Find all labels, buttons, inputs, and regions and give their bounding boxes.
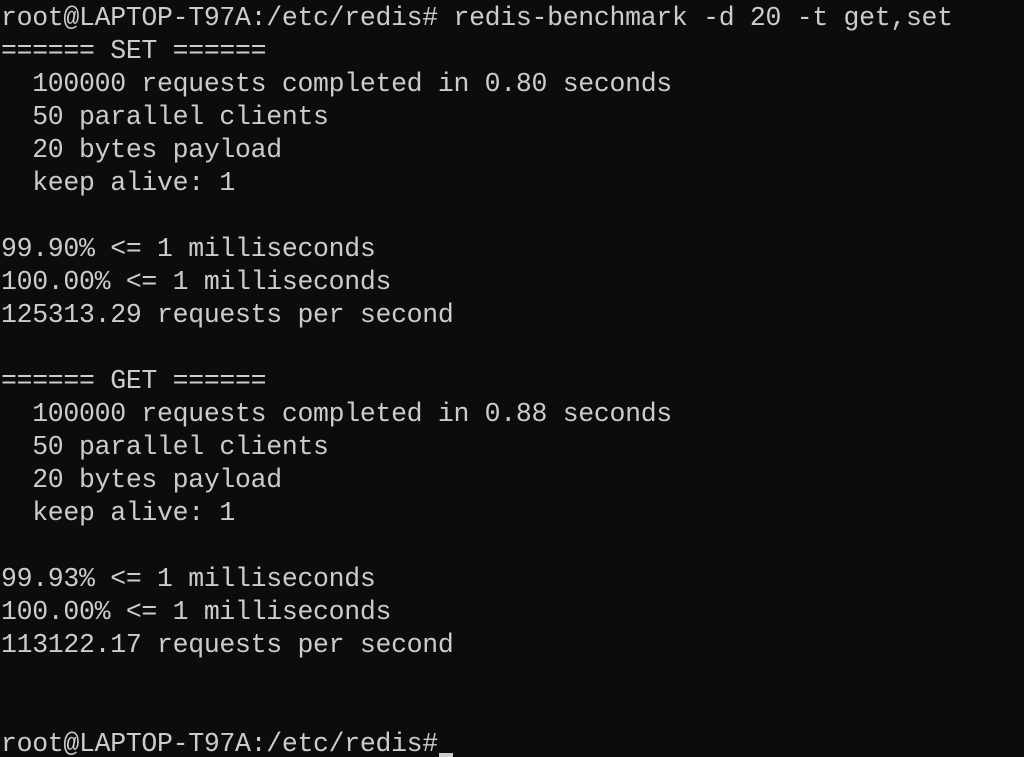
set-latency-percentile-1: 99.90% <= 1 milliseconds bbox=[1, 234, 376, 264]
get-payload: 20 bytes payload bbox=[1, 465, 282, 495]
shell-prompt-line[interactable]: root@LAPTOP-T97A:/etc/redis# bbox=[1, 728, 453, 757]
command-line: root@LAPTOP-T97A:/etc/redis# redis-bench… bbox=[1, 3, 953, 33]
get-latency-percentile-2: 100.00% <= 1 milliseconds bbox=[1, 597, 392, 627]
terminal-window[interactable]: root@LAPTOP-T97A:/etc/redis# redis-bench… bbox=[0, 0, 1024, 757]
get-parallel-clients: 50 parallel clients bbox=[1, 432, 329, 462]
set-payload: 20 bytes payload bbox=[1, 135, 282, 165]
set-parallel-clients: 50 parallel clients bbox=[1, 102, 329, 132]
set-keep-alive: keep alive: 1 bbox=[1, 168, 236, 198]
get-throughput: 113122.17 requests per second bbox=[1, 630, 454, 660]
set-requests-completed: 100000 requests completed in 0.80 second… bbox=[1, 69, 672, 99]
set-section-header: ====== SET ====== bbox=[1, 36, 267, 66]
get-keep-alive: keep alive: 1 bbox=[1, 498, 236, 528]
set-throughput: 125313.29 requests per second bbox=[1, 300, 454, 330]
set-latency-percentile-2: 100.00% <= 1 milliseconds bbox=[1, 267, 392, 297]
get-latency-percentile-1: 99.93% <= 1 milliseconds bbox=[1, 564, 376, 594]
shell-prompt: root@LAPTOP-T97A:/etc/redis# bbox=[1, 729, 438, 757]
text-cursor bbox=[438, 753, 453, 757]
get-section-header: ====== GET ====== bbox=[1, 366, 267, 396]
get-requests-completed: 100000 requests completed in 0.88 second… bbox=[1, 399, 672, 429]
